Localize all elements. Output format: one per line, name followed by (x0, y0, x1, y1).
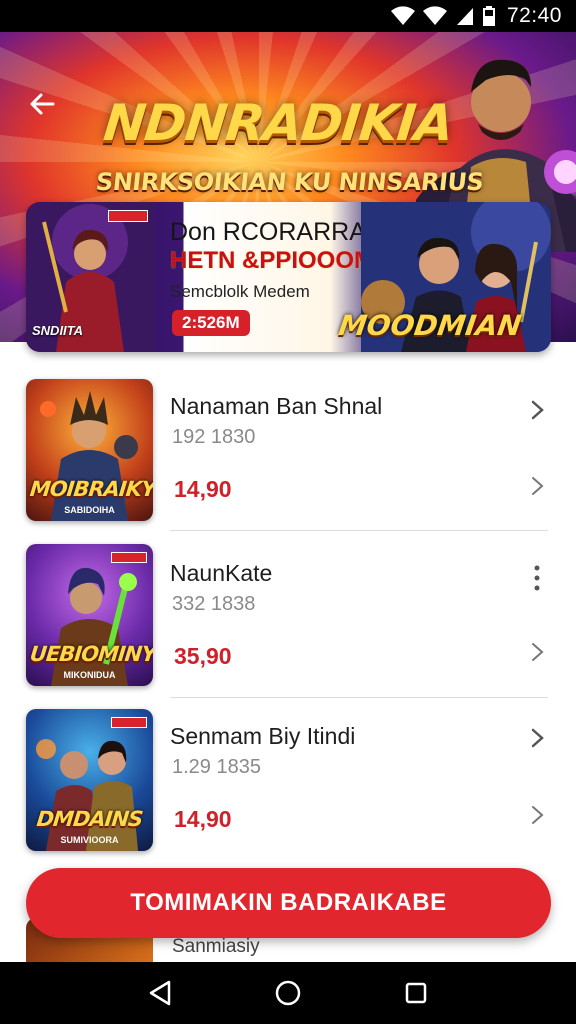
list-item[interactable]: UEBIOMINY MIKONIDUA NaunKate 332 1838 35… (0, 530, 576, 698)
promo-badge: 2:526M (172, 310, 250, 336)
hero-subtitle: SNIRKSOIKIAN KU NINSARIUS (94, 168, 485, 196)
status-bar: 72:40 (0, 0, 576, 32)
promo-thumbnail: SNDIITA (26, 202, 154, 352)
clock: 72:40 (506, 4, 562, 27)
game-thumb-tag (111, 717, 147, 728)
chevron-right-icon[interactable] (526, 804, 548, 826)
signal-icon (456, 8, 473, 25)
game-price: 14,90 (174, 476, 232, 502)
game-thumbnail[interactable]: UEBIOMINY MIKONIDUA (26, 544, 153, 686)
circle-home-icon (275, 980, 301, 1006)
system-nav-bar (0, 962, 576, 1024)
game-meta: 1.29 1835 (172, 756, 261, 778)
game-thumb-subtitle: SUMIVIOORA (60, 835, 119, 845)
chevron-right-icon[interactable] (526, 399, 548, 421)
more-vertical-icon[interactable] (532, 564, 542, 592)
game-thumb-logo: UEBIOMINY (28, 642, 153, 666)
primary-cta-button[interactable]: TOMIMAKIN BADRAIKABE (26, 868, 551, 938)
promo-headline: HETN &PPIOOOM (170, 247, 375, 274)
game-price: 14,90 (174, 806, 232, 832)
battery-icon (482, 6, 495, 26)
game-thumbnail[interactable]: DMDAINS SUMIVIOORA (26, 709, 153, 851)
game-meta: 192 1830 (172, 426, 256, 448)
promo-thumb-tag (108, 210, 148, 222)
hero-title: NDNRADIKIA (100, 94, 456, 152)
game-meta: 332 1838 (172, 593, 256, 615)
game-title: Nanaman Ban Shnal (170, 393, 383, 419)
wifi-icon (390, 6, 415, 26)
game-thumb-logo: DMDAINS (35, 807, 144, 831)
app-screen: 72:40 NDNRADIKIA SNIRKSOIKIAN KU NINSARI… (0, 0, 576, 1024)
chevron-right-icon[interactable] (526, 475, 548, 497)
nav-back-button[interactable] (138, 971, 182, 1015)
game-title: NaunKate (170, 560, 273, 586)
back-arrow-icon (30, 93, 55, 115)
promo-caption: Semcblolk Medem (170, 282, 310, 301)
square-recents-icon (405, 982, 427, 1004)
game-thumbnail[interactable]: MOIBRAIKY SABIDOIHA (26, 379, 153, 521)
list-item[interactable]: MOIBRAIKY SABIDOIHA Nanaman Ban Shnal 19… (0, 365, 576, 531)
game-thumb-tag (111, 552, 147, 563)
promo-title: Don RCORARRA (170, 218, 366, 246)
promo-thumb-label: SNDIITA (32, 323, 84, 338)
chevron-right-icon[interactable] (526, 727, 548, 749)
triangle-back-icon (149, 980, 171, 1006)
game-thumb-subtitle: SABIDOIHA (64, 505, 115, 515)
nav-recents-button[interactable] (394, 971, 438, 1015)
back-button[interactable] (22, 84, 62, 124)
game-thumb-logo: MOIBRAIKY (28, 477, 153, 501)
list-item[interactable]: DMDAINS SUMIVIOORA Senmam Biy Itindi 1.2… (0, 695, 576, 860)
promo-logo: MOODMIAN (336, 309, 524, 342)
nav-home-button[interactable] (266, 971, 310, 1015)
game-thumb-subtitle: MIKONIDUA (63, 670, 116, 680)
promo-card[interactable]: SNDIITA Don RCORARRA HETN &PPIOOOM Semcb… (26, 202, 551, 352)
game-list: MOIBRAIKY SABIDOIHA Nanaman Ban Shnal 19… (0, 365, 576, 860)
wifi-icon (422, 6, 447, 26)
chevron-right-icon[interactable] (526, 641, 548, 663)
game-price: 35,90 (174, 643, 232, 669)
list-item-peek-title: Sanmiasiy (172, 936, 260, 957)
game-title: Senmam Biy Itindi (170, 723, 356, 749)
